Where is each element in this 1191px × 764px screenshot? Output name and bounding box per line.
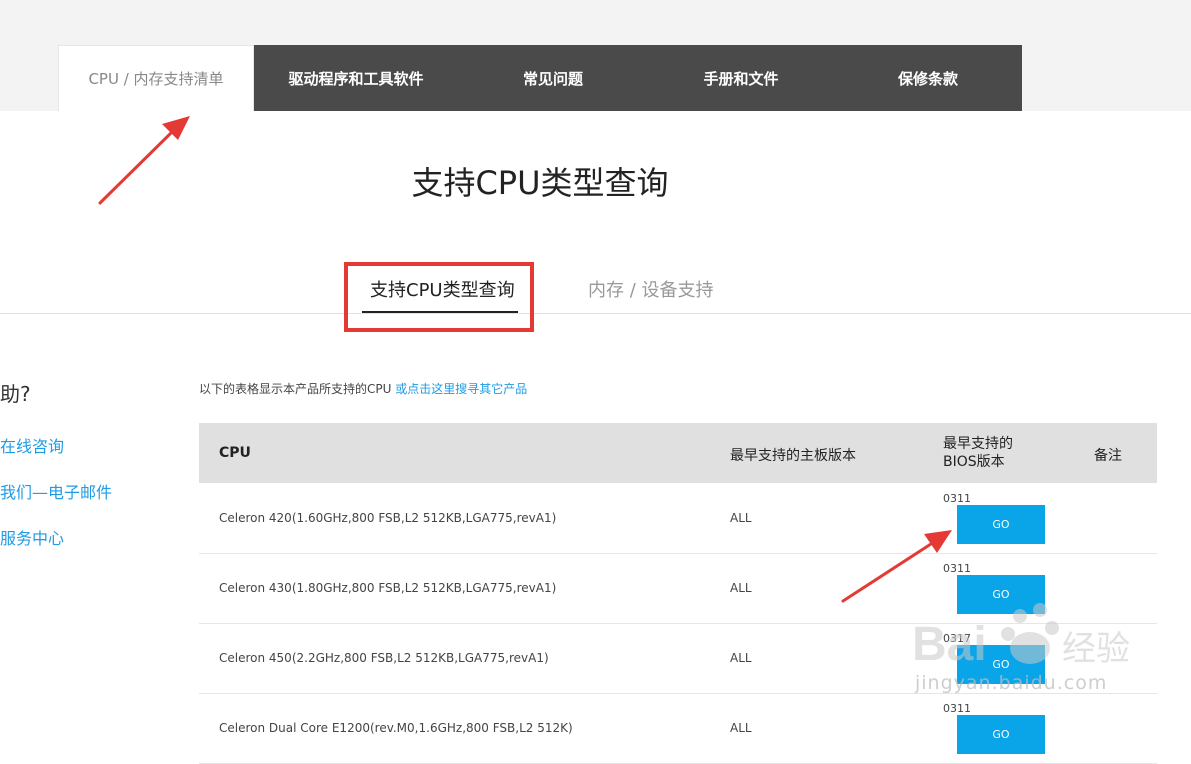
watermark-url: jingyan.baidu.com [915,672,1108,694]
svg-text:经验: 经验 [1062,630,1130,668]
svg-text:Bai: Bai [912,618,987,671]
arrow-to-cpu-tab-icon [98,116,190,205]
arrow-to-go-button-icon [841,530,952,603]
